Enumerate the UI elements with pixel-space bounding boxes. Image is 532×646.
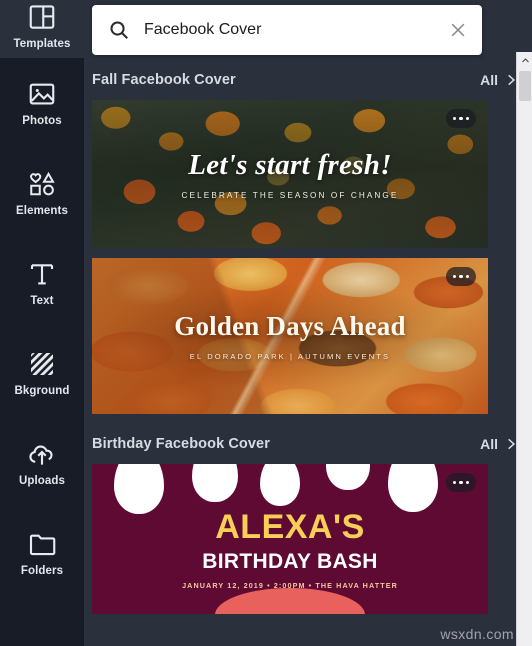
scroll-up-button[interactable]: [517, 52, 532, 69]
sidebar-item-uploads[interactable]: Uploads: [0, 418, 84, 508]
left-sidebar: Templates Photos Elements Text Bkground …: [0, 0, 122, 646]
all-label: All: [480, 72, 498, 88]
template-card-fall-2[interactable]: Golden Days Ahead EL DORADO PARK | AUTUM…: [92, 258, 488, 414]
close-icon[interactable]: [448, 20, 468, 40]
template-title: ALEXA'S: [215, 508, 365, 546]
sidebar-item-label: Templates: [13, 38, 71, 50]
sidebar-item-label: Folders: [20, 564, 64, 577]
sidebar-item-templates[interactable]: Templates: [0, 0, 84, 58]
template-card-fall-1[interactable]: Let's start fresh! CELEBRATE THE SEASON …: [92, 100, 488, 248]
sidebar-item-text[interactable]: Text: [0, 238, 84, 328]
text-icon: [27, 259, 57, 289]
search-icon: [108, 19, 130, 41]
template-subtitle: EL DORADO PARK | AUTUMN EVENTS: [189, 352, 391, 361]
template-subtitle: CELEBRATE THE SEASON OF CHANGE: [181, 190, 399, 200]
more-options-icon[interactable]: [446, 109, 476, 128]
sidebar-item-folders[interactable]: Folders: [0, 508, 84, 598]
search-input[interactable]: [144, 21, 448, 39]
template-scroll-region[interactable]: Fall Facebook Cover All Let's start fres…: [84, 60, 532, 646]
folder-icon: [27, 529, 57, 559]
template-title: Let's start fresh!: [188, 148, 392, 181]
sidebar-item-bkground[interactable]: Bkground: [0, 328, 84, 418]
upload-cloud-icon: [27, 439, 57, 469]
photo-icon: [27, 79, 57, 109]
sidebar-item-photos[interactable]: Photos: [0, 58, 84, 148]
template-text-block: Let's start fresh! CELEBRATE THE SEASON …: [92, 100, 488, 248]
sidebar-item-label: Bkground: [14, 384, 70, 397]
all-label: All: [480, 436, 498, 452]
sidebar-item-label: Photos: [22, 114, 62, 127]
section-title: Birthday Facebook Cover: [92, 436, 270, 452]
sidebar-item-label: Text: [30, 294, 54, 307]
canva-template-browser: Templates Photos Elements Text Bkground …: [0, 0, 532, 646]
search-bar[interactable]: [92, 5, 482, 55]
template-card-birthday-1[interactable]: ALEXA'S BIRTHDAY BASH JANUARY 12, 2019 •…: [92, 464, 488, 614]
section-header-birthday: Birthday Facebook Cover All: [84, 424, 532, 464]
template-title: Golden Days Ahead: [174, 311, 406, 341]
templates-icon: [27, 2, 57, 32]
sidebar-item-elements[interactable]: Elements: [0, 148, 84, 238]
sidebar-item-label: Elements: [16, 204, 68, 217]
vertical-scrollbar[interactable]: [516, 52, 532, 646]
sidebar-item-label: Uploads: [18, 474, 66, 487]
elements-icon: [27, 169, 57, 199]
section-header-fall: Fall Facebook Cover All: [84, 60, 532, 100]
section-all-link-fall[interactable]: All: [480, 72, 518, 88]
more-options-icon[interactable]: [446, 267, 476, 286]
more-options-icon[interactable]: [446, 473, 476, 492]
section-all-link-birthday[interactable]: All: [480, 436, 518, 452]
background-icon: [27, 349, 57, 379]
template-subtitle: BIRTHDAY BASH: [202, 550, 378, 573]
scrollbar-thumb[interactable]: [519, 71, 531, 101]
section-title: Fall Facebook Cover: [92, 72, 236, 88]
template-text-block: Golden Days Ahead EL DORADO PARK | AUTUM…: [92, 258, 488, 414]
search-bar-container: [92, 5, 482, 55]
content-panel: Fall Facebook Cover All: [84, 0, 532, 646]
